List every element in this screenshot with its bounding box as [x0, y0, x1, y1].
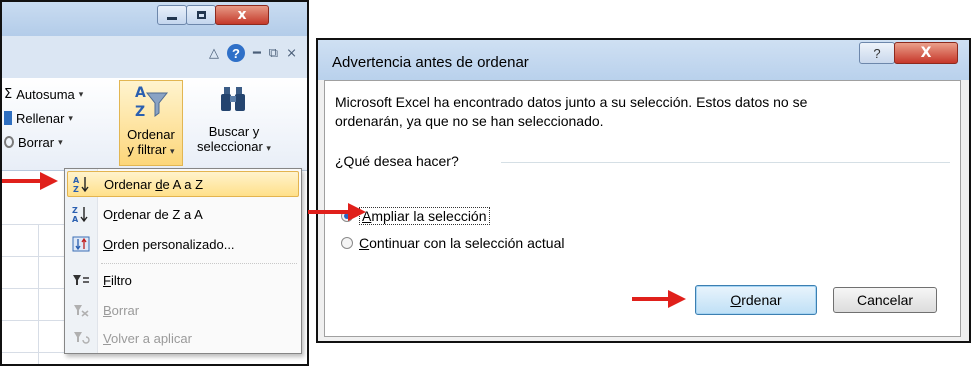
menu-item-sort-z-a[interactable]: ZA Ordenar de Z a A [67, 201, 299, 227]
sort-filter-label: Ordenar [127, 127, 175, 142]
autosum-icon: Σ [4, 86, 13, 102]
question-label: ¿Qué desea hacer? [335, 153, 459, 169]
menu-item-clear-filter: Borrar [67, 297, 299, 323]
radio-button[interactable] [341, 237, 353, 249]
dialog-title: Advertencia antes de ordenar [332, 54, 529, 71]
dialog-message: Microsoft Excel ha encontrado datos junt… [335, 93, 955, 131]
cancel-button[interactable]: Cancelar [833, 287, 937, 313]
menu-separator [101, 263, 297, 264]
maximize-button[interactable] [186, 5, 216, 25]
radio-label: Continuar con la selección actual [359, 235, 565, 251]
red-arrow-icon [632, 290, 686, 308]
sort-filter-menu: AZ Ordenar de A a Z ZA Ordenar de Z a A … [64, 168, 302, 354]
radio-continue-current-selection[interactable]: Continuar con la selección actual [341, 235, 564, 251]
binoculars-icon [221, 87, 245, 111]
sort-filter-label-2: y filtrar ▾ [127, 142, 175, 157]
svg-text:A: A [73, 176, 80, 185]
autosum-button[interactable]: Σ Autosuma ▾ [4, 84, 83, 104]
find-select-label: Buscar y [208, 124, 260, 139]
menu-item-filter[interactable]: Filtro [67, 267, 299, 293]
menu-item-label: Ordenar de A a Z [104, 176, 204, 192]
menu-item-label: Borrar [103, 302, 140, 318]
svg-text:A: A [72, 215, 79, 223]
sort-filter-icon: A Z [135, 85, 169, 120]
eraser-icon [4, 136, 14, 148]
custom-sort-icon [67, 236, 95, 252]
menu-item-reapply: Volver a aplicar [67, 325, 299, 351]
chevron-down-icon: ▾ [78, 88, 84, 99]
svg-text:Z: Z [72, 206, 78, 215]
sort-filter-button[interactable]: A Z Ordenar y filtrar ▾ [119, 80, 183, 166]
find-select-button[interactable]: Buscar y seleccionar ▾ [188, 82, 280, 164]
menu-item-label: Orden personalizado... [103, 236, 235, 252]
minimize-button[interactable] [157, 5, 187, 25]
fill-icon [4, 111, 12, 125]
dialog-message-line: ordenarán, ya que no se han seleccionado… [335, 113, 604, 129]
close-icon: x [237, 7, 247, 23]
sort-z-a-icon: ZA [67, 205, 95, 223]
menu-item-custom-sort[interactable]: Orden personalizado... [67, 231, 299, 257]
worksheet-grid[interactable] [2, 224, 64, 364]
dialog-title-bar: Advertencia antes de ordenar ? X [318, 40, 969, 80]
filter-icon [67, 273, 95, 287]
dialog-help-button[interactable]: ? [859, 42, 895, 64]
clear-button[interactable]: Borrar ▾ [4, 132, 63, 152]
minimize-icon [167, 16, 177, 20]
sort-button[interactable]: Ordenar [695, 285, 817, 315]
help-icon[interactable]: ? [226, 44, 245, 62]
dialog-message-line: Microsoft Excel ha encontrado datos junt… [335, 94, 808, 110]
chevron-down-icon: ▾ [58, 136, 63, 147]
close-window-button[interactable]: x [215, 5, 269, 25]
close-icon: X [920, 45, 932, 61]
maximize-icon [196, 11, 206, 19]
fill-button[interactable]: Rellenar ▾ [4, 108, 73, 128]
autosum-label: Autosuma [16, 86, 75, 102]
fill-label: Rellenar [16, 110, 65, 126]
ribbon-editing-group: Σ Autosuma ▾ Rellenar ▾ Borrar ▾ A Z Ord… [2, 78, 307, 171]
menu-item-sort-a-z[interactable]: AZ Ordenar de A a Z [67, 171, 299, 197]
svg-text:Z: Z [73, 185, 79, 193]
chevron-down-icon: ▾ [68, 112, 73, 123]
close-workbook-icon[interactable]: ⨯ [286, 46, 297, 61]
sort-button-label: Ordenar [730, 292, 782, 308]
red-arrow-icon [308, 203, 366, 221]
minimize-workbook-icon[interactable]: ━ [253, 46, 261, 61]
dialog-close-button[interactable]: X [894, 42, 958, 64]
radio-label: Ampliar la selección [359, 207, 490, 225]
find-select-label-2: seleccionar ▾ [197, 139, 271, 154]
clear-label: Borrar [18, 134, 55, 150]
reapply-icon [67, 330, 95, 346]
sort-a-z-icon: AZ [68, 175, 96, 193]
svg-text:Z: Z [135, 104, 145, 120]
clear-filter-icon [67, 303, 95, 317]
collapse-ribbon-icon[interactable]: △ [209, 46, 219, 61]
help-icon: ? [873, 45, 881, 61]
cancel-button-label: Cancelar [856, 292, 914, 308]
menu-item-label: Filtro [103, 272, 132, 288]
question-divider [501, 162, 950, 163]
ribbon-tab-bar: △ ? ━ ⧉ ⨯ [2, 36, 307, 78]
svg-text:A: A [135, 85, 146, 101]
excel-title-bar: x [2, 2, 307, 36]
menu-item-label: Volver a aplicar [103, 330, 192, 346]
restore-workbook-icon[interactable]: ⧉ [269, 46, 278, 61]
red-arrow-icon [2, 172, 58, 190]
menu-item-label: Ordenar de Z a A [103, 206, 203, 222]
